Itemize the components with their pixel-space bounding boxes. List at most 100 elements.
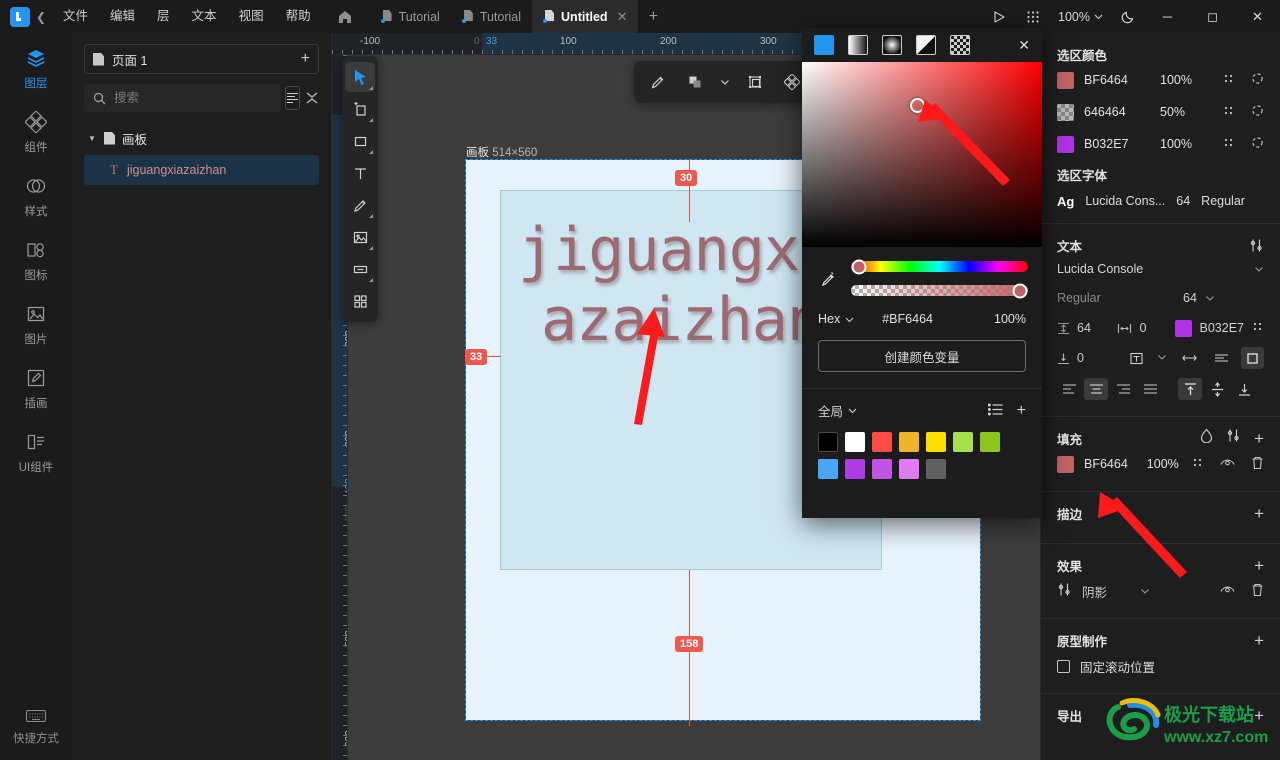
page-selector[interactable]: 页面 1 + — [84, 44, 319, 74]
text-case-chevron[interactable] — [1157, 351, 1171, 365]
chevron-down-icon[interactable] — [718, 68, 732, 96]
text-case-button[interactable] — [1125, 347, 1148, 369]
menu-view[interactable]: 视图 — [228, 0, 275, 33]
chevron-down-icon[interactable]: ▼ — [88, 134, 97, 143]
color-swatch[interactable] — [1057, 71, 1074, 89]
fill-row[interactable]: BF6464 100% — [1057, 448, 1264, 480]
color-picker-popup[interactable]: ✕ Hex #BF6464 100% 创建颜色变量 全局 + — [802, 28, 1042, 518]
artboard-title[interactable]: 画板 514×560 — [466, 144, 537, 160]
swatch-list-view-icon[interactable] — [987, 403, 1003, 419]
fill-mode-radial-gradient[interactable] — [882, 35, 902, 55]
tool-component[interactable] — [345, 254, 375, 284]
align-center-button[interactable] — [1084, 378, 1108, 400]
swatch-11[interactable] — [926, 459, 946, 479]
minimize-button[interactable]: ─ — [1145, 0, 1190, 33]
edit-pencil-icon[interactable] — [644, 68, 672, 96]
selection-font-row[interactable]: Ag Lucida Cons... 64 Regular — [1057, 184, 1264, 212]
search-input[interactable] — [114, 91, 275, 105]
tool-frame[interactable] — [345, 94, 375, 124]
drag-dots-icon[interactable] — [1223, 137, 1235, 152]
search-box[interactable] — [84, 84, 281, 112]
menu-edit[interactable]: 编辑 — [99, 0, 146, 33]
tool-image[interactable] — [345, 222, 375, 252]
sv-handle[interactable] — [910, 98, 925, 113]
hue-knob[interactable] — [851, 259, 867, 274]
line-height-field[interactable]: 64 — [1057, 321, 1109, 335]
tool-text[interactable] — [345, 158, 375, 188]
add-page-button[interactable]: + — [301, 50, 310, 68]
sidebar-item-shortcuts[interactable]: 快捷方式 — [0, 708, 72, 746]
sidebar-item-icons[interactable]: 图标 — [0, 225, 72, 289]
sidebar-item-illustration[interactable]: 插画 — [0, 353, 72, 417]
fill-mode-linear-gradient[interactable] — [848, 35, 868, 55]
selection-color-row[interactable]: 646464 50% — [1057, 96, 1264, 128]
hex-value[interactable]: #BF6464 — [882, 312, 933, 326]
letter-spacing-field[interactable]: 0 — [1117, 321, 1166, 335]
fill-color-swatch[interactable] — [1057, 455, 1074, 473]
create-color-variable-button[interactable]: 创建颜色变量 — [818, 340, 1026, 372]
color-hex[interactable]: 646464 — [1084, 105, 1150, 119]
boolean-union-icon[interactable] — [681, 68, 709, 96]
align-justify-button[interactable] — [1138, 378, 1162, 400]
home-icon[interactable] — [334, 9, 356, 25]
reset-color-icon[interactable] — [1251, 104, 1264, 120]
color-hex[interactable]: B032E7 — [1084, 137, 1150, 151]
color-opacity[interactable]: 100% — [1160, 137, 1204, 151]
tool-select[interactable] — [345, 62, 375, 92]
sidebar-item-ui-kit[interactable]: UI组件 — [0, 417, 72, 481]
tool-pen[interactable] — [345, 190, 375, 220]
hue-slider[interactable] — [851, 259, 1028, 274]
tree-row-artboard[interactable]: ▼ 画板 — [72, 124, 331, 152]
color-opacity[interactable]: 100% — [1160, 73, 1204, 87]
close-icon[interactable]: ✕ — [617, 9, 628, 25]
filter-layers-button[interactable] — [285, 86, 300, 110]
tab-tutorial-1[interactable]: Tutorial — [370, 0, 451, 33]
text-color-swatch[interactable] — [1174, 319, 1192, 337]
sidebar-item-layers[interactable]: 图层 — [0, 33, 72, 97]
sidebar-item-images[interactable]: 图片 — [0, 289, 72, 353]
add-fill-button[interactable]: + — [1254, 430, 1264, 447]
dark-mode-icon[interactable] — [1111, 0, 1145, 33]
window-close-button[interactable]: ✕ — [1235, 0, 1280, 33]
sidebar-item-styles[interactable]: 样式 — [0, 161, 72, 225]
menu-help[interactable]: 帮助 — [275, 0, 322, 33]
color-format-selector[interactable]: Hex — [818, 312, 854, 326]
eyedropper-icon[interactable] — [816, 270, 842, 288]
swatch-2[interactable] — [872, 432, 892, 452]
drag-dots-icon[interactable] — [1192, 457, 1204, 472]
swatch-6[interactable] — [980, 432, 1000, 452]
fill-hex[interactable]: BF6464 — [1084, 457, 1137, 471]
paragraph-spacing-field[interactable]: 0 — [1057, 351, 1117, 365]
canvas-text-line-2[interactable]: azaizhan — [541, 285, 823, 355]
align-right-button[interactable] — [1111, 378, 1135, 400]
fill-settings-icon[interactable] — [1226, 428, 1241, 448]
fixed-size-button[interactable] — [1240, 347, 1264, 369]
valign-bottom-button[interactable] — [1232, 378, 1256, 400]
drag-dots-icon[interactable] — [1223, 105, 1235, 120]
menu-layer[interactable]: 层 — [146, 0, 181, 33]
add-swatch-button[interactable]: + — [1017, 402, 1026, 418]
swatch-4[interactable] — [926, 432, 946, 452]
fill-mode-image[interactable] — [950, 35, 970, 55]
auto-width-button[interactable] — [1178, 347, 1201, 369]
tool-rectangle[interactable] — [345, 126, 375, 156]
color-drop-icon[interactable] — [1200, 428, 1213, 448]
tab-untitled[interactable]: Untitled ✕ — [532, 0, 639, 33]
drag-dots-icon[interactable] — [1223, 73, 1235, 88]
color-swatch[interactable] — [1057, 135, 1074, 153]
selection-color-row[interactable]: B032E7 100% — [1057, 128, 1264, 160]
valign-top-button[interactable] — [1178, 378, 1202, 400]
valign-middle-button[interactable] — [1205, 378, 1229, 400]
effect-row[interactable]: 阴影 — [1057, 575, 1264, 607]
swatch-5[interactable] — [953, 432, 973, 452]
add-effect-button[interactable]: + — [1254, 557, 1264, 574]
font-family-selector[interactable]: Lucida Console — [1057, 255, 1264, 283]
fill-mode-angular-gradient[interactable] — [916, 35, 936, 55]
auto-height-button[interactable] — [1209, 347, 1232, 369]
maximize-button[interactable]: ◻ — [1190, 0, 1235, 33]
font-weight-value[interactable]: Regular — [1057, 291, 1175, 305]
delete-effect-icon[interactable] — [1251, 583, 1264, 600]
back-chevron-icon[interactable]: ❮ — [30, 10, 52, 24]
visibility-eye-icon[interactable] — [1220, 457, 1235, 471]
new-tab-button[interactable]: + — [638, 0, 668, 33]
